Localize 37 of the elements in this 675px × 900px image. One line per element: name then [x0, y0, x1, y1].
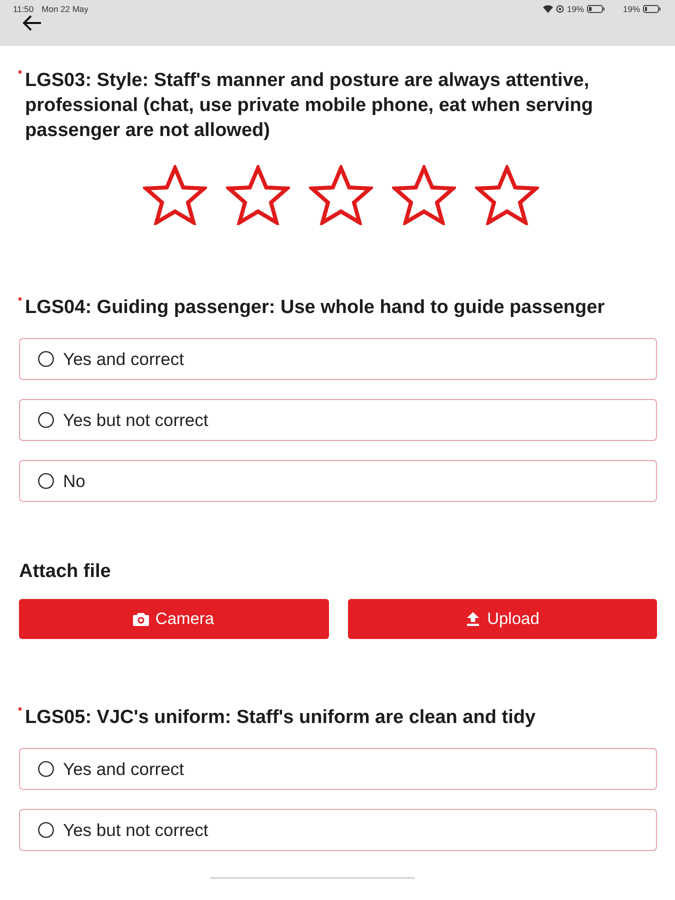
option-label: Yes but not correct [63, 410, 208, 430]
star-icon[interactable] [392, 165, 456, 225]
option-label: No [63, 470, 86, 492]
star-icon[interactable] [309, 165, 373, 225]
option-label: Yes and correct [63, 348, 184, 370]
back-arrow-icon[interactable] [22, 15, 42, 31]
star-icon[interactable] [475, 165, 539, 225]
camera-button[interactable]: Camera [19, 599, 328, 639]
option-label: Yes and correct [63, 758, 184, 780]
radio-button[interactable] [38, 822, 54, 838]
battery-icon [643, 5, 661, 13]
battery-icon [586, 5, 605, 13]
option-label: Yes but not correct [63, 820, 208, 840]
radio-button[interactable] [38, 473, 54, 489]
upload-button[interactable]: Upload [348, 599, 657, 639]
circle-dot-icon [556, 5, 564, 13]
radio-button[interactable] [38, 351, 54, 367]
status-time: 11:50 [13, 4, 34, 14]
status-date: Mon 22 May [42, 4, 88, 14]
option-row[interactable]: Yes and correct [19, 748, 657, 790]
battery-percent: 19% [622, 4, 640, 14]
option-row[interactable]: Yes but not correct [19, 809, 657, 851]
radio-button[interactable] [38, 761, 54, 777]
section-title: Attach file [19, 560, 112, 584]
star-icon[interactable] [226, 165, 290, 225]
camera-icon [133, 612, 150, 626]
question-title: LGS04: Guiding passenger: Use whole hand to guide passenger [25, 296, 606, 320]
upload-icon [465, 612, 482, 626]
question-title: LGS05: VJC's uniform: Staff's uniform are clean and tidy [25, 706, 537, 730]
battery-percent: 19% [566, 4, 584, 14]
star-icon[interactable] [143, 165, 207, 225]
option-row[interactable]: Yes but not correct [19, 399, 657, 441]
radio-button[interactable] [38, 412, 54, 428]
wifi-icon [542, 5, 553, 13]
option-row[interactable]: No [19, 460, 657, 502]
option-row[interactable]: Yes and correct [19, 338, 657, 380]
question-title: LGS03: Style: Staff's manner and posture are always attentive, professional (chat, use private mobile phone, eat when serving passenger are not allowed) [25, 69, 594, 143]
